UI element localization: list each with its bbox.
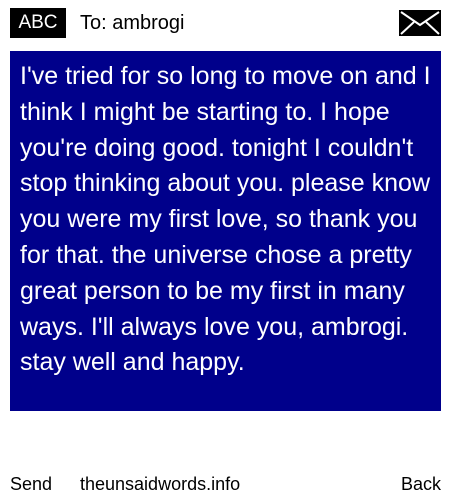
input-mode-badge: ABC xyxy=(10,8,66,38)
recipient-field[interactable]: To: ambrogi xyxy=(80,8,185,38)
message-body[interactable]: I've tried for so long to move on and I … xyxy=(10,51,441,411)
back-button[interactable]: Back xyxy=(401,470,441,498)
envelope-icon xyxy=(399,10,441,36)
softkey-bar: Send theunsaidwords.info Back xyxy=(0,470,450,498)
site-credit: theunsaidwords.info xyxy=(80,474,241,494)
compose-header: ABC To: ambrogi xyxy=(0,0,450,44)
send-button[interactable]: Send xyxy=(10,470,52,498)
